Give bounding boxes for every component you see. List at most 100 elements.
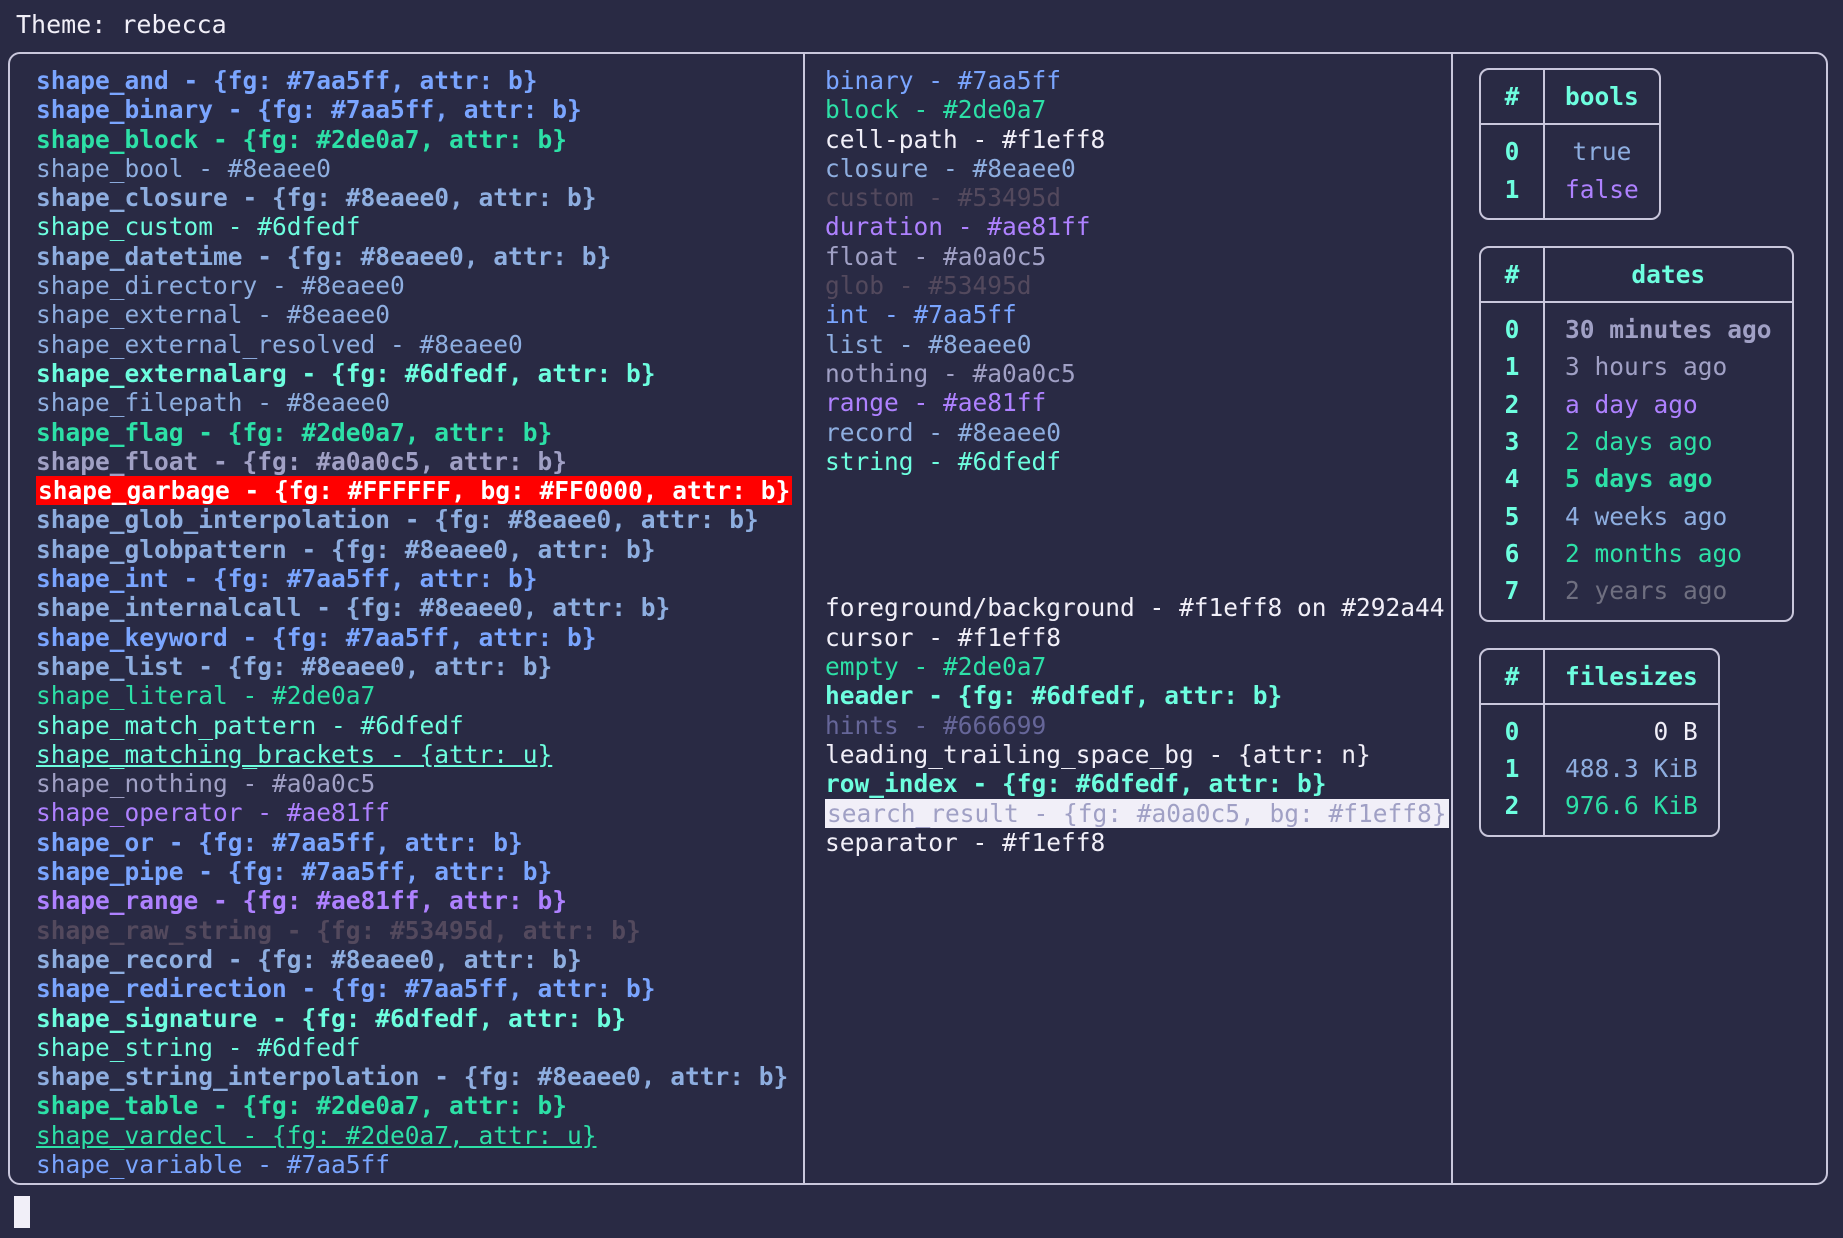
shape-line: shape_or - {fg: #7aa5ff, attr: b}	[36, 827, 523, 857]
shape-line: shape_binary - {fg: #7aa5ff, attr: b}	[36, 95, 582, 125]
ui-element-line: cursor - #f1eff8	[825, 622, 1062, 652]
shape-line: shape_flag - {fg: #2de0a7, attr: b}	[36, 417, 553, 447]
shape-line: shape_int - {fg: #7aa5ff, attr: b}	[36, 564, 538, 594]
types-list: binary - #7aa5ff block - #2de0a7 cell-path…	[825, 66, 1451, 476]
table-row: 0 0 B	[1481, 703, 1718, 751]
shape-line: shape_string_interpolation - {fg: #8eaee…	[36, 1062, 789, 1092]
shape-line: shape_nothing - #a0a0c5	[36, 769, 376, 799]
shape-line: shape_list - {fg: #8eaee0, attr: b}	[36, 651, 553, 681]
table-filesizes: # filesizes 0 0 B 1 488.3 KiB 2 976.6 KiB	[1479, 647, 1720, 837]
type-line: list - #8eaee0	[825, 329, 1032, 359]
row-index-cell: 1	[1481, 348, 1545, 386]
ui-element-line-wrap: search_result - {fg: #a0a0c5, bg: #f1eff…	[825, 798, 1451, 828]
shape-line: shape_match_pattern - #6dfedf	[36, 710, 464, 740]
row-index-cell: 0	[1481, 302, 1545, 349]
shape-line: shape_record - {fg: #8eaee0, attr: b}	[36, 944, 582, 974]
shape-line: shape_datetime - {fg: #8eaee0, attr: b}	[36, 241, 612, 271]
table-header-row: # dates	[1481, 247, 1792, 304]
type-line: closure - #8eaee0	[825, 153, 1076, 183]
table-bools: # bools 0 true 1 false	[1479, 68, 1661, 220]
type-line: range - #ae81ff	[825, 388, 1047, 418]
ui-elements-list: foreground/background - #f1eff8 on #292a…	[825, 593, 1451, 857]
row-index-cell: 0	[1481, 703, 1545, 751]
row-value-cell: true	[1572, 137, 1632, 167]
shape-line: shape_external - #8eaee0	[36, 300, 391, 330]
row-value-cell: 976.6 KiB	[1565, 791, 1698, 821]
column-header-index: #	[1481, 649, 1545, 705]
shape-line: shape_externalarg - {fg: #6dfedf, attr: …	[36, 358, 656, 388]
type-line: binary - #7aa5ff	[825, 66, 1062, 95]
row-value-cell: 4 weeks ago	[1565, 501, 1728, 531]
shapes-column: shape_and - {fg: #7aa5ff, attr: b} shape_…	[10, 54, 805, 1183]
theme-panel-frame: shape_and - {fg: #7aa5ff, attr: b} shape_…	[8, 52, 1828, 1185]
shape-line: shape_variable - #7aa5ff	[36, 1149, 391, 1179]
row-index-cell: 7	[1481, 572, 1545, 620]
shape-line: shape_external_resolved - #8eaee0	[36, 329, 523, 359]
type-line: nothing - #a0a0c5	[825, 358, 1076, 388]
shape-line: shape_table - {fg: #2de0a7, attr: b}	[36, 1091, 568, 1121]
shape-line: shape_literal - #2de0a7	[36, 681, 376, 711]
row-index-cell: 3	[1481, 423, 1545, 461]
table-row: 1 3 hours ago	[1481, 348, 1792, 386]
row-index-cell: 2	[1481, 787, 1545, 835]
row-index-cell: 1	[1481, 170, 1545, 218]
row-index-cell: 4	[1481, 460, 1545, 498]
shape-line: shape_glob_interpolation - {fg: #8eaee0,…	[36, 505, 759, 535]
table-row: 3 2 days ago	[1481, 423, 1792, 461]
table-row: 0 30 minutes ago	[1481, 302, 1792, 349]
shape-line: shape_redirection - {fg: #7aa5ff, attr: …	[36, 974, 656, 1004]
shape-line: shape_raw_string - {fg: #53495d, attr: b…	[36, 915, 641, 945]
shape-line: shape_globpattern - {fg: #8eaee0, attr: …	[36, 534, 656, 564]
shape-line: shape_closure - {fg: #8eaee0, attr: b}	[36, 183, 597, 213]
ui-element-line: foreground/background - #f1eff8 on #292a…	[825, 593, 1445, 623]
table-dates: # dates 0 30 minutes ago 1 3 hours ago 2 a day …	[1479, 245, 1794, 622]
shape-line: shape_string - #6dfedf	[36, 1032, 361, 1062]
type-line: duration - #ae81ff	[825, 212, 1091, 242]
row-index-cell: 6	[1481, 534, 1545, 573]
row-value-cell: 488.3 KiB	[1565, 754, 1698, 784]
table-row: 1 false	[1481, 170, 1659, 218]
column-header-value: filesizes	[1544, 649, 1718, 705]
theme-preview-screen: Theme: rebecca shape_and - {fg: #7aa5ff,…	[0, 0, 1843, 1238]
types-and-ui-column: binary - #7aa5ff block - #2de0a7 cell-path…	[805, 54, 1453, 1183]
column-header-index: #	[1481, 247, 1545, 304]
shape-line: shape_and - {fg: #7aa5ff, attr: b}	[36, 66, 538, 95]
shape-line: shape_vardecl - {fg: #2de0a7, attr: u}	[36, 1120, 597, 1150]
column-header-index: #	[1481, 70, 1545, 126]
shape-line: shape_custom - #6dfedf	[36, 212, 361, 242]
column-gap-2	[825, 564, 1451, 593]
shape-line: shape_directory - #8eaee0	[36, 271, 405, 301]
ui-element-line: hints - #666699	[825, 710, 1047, 740]
shape-line: shape_block - {fg: #2de0a7, attr: b}	[36, 124, 568, 154]
table-row: 1 488.3 KiB	[1481, 750, 1718, 788]
ui-element-line: empty - #2de0a7	[825, 652, 1047, 682]
type-line: int - #7aa5ff	[825, 300, 1017, 330]
shape-line: shape_range - {fg: #ae81ff, attr: b}	[36, 886, 568, 916]
shape-line: shape_matching_brackets - {attr: u}	[36, 739, 553, 769]
type-line: glob - #53495d	[825, 271, 1032, 301]
table-row: 5 4 weeks ago	[1481, 497, 1792, 535]
row-value-cell: 30 minutes ago	[1565, 315, 1772, 345]
type-line: block - #2de0a7	[825, 95, 1047, 125]
table-header-row: # filesizes	[1481, 649, 1718, 705]
row-index-cell: 2	[1481, 385, 1545, 424]
row-value-cell: 2 days ago	[1565, 427, 1713, 457]
sample-tables-column: # bools 0 true 1 false # dates 0 30 minutes ago 1 3…	[1453, 54, 1826, 1183]
row-value-cell: a day ago	[1565, 389, 1698, 419]
table-row: 0 true	[1481, 124, 1659, 171]
row-value-cell: 0 B	[1653, 716, 1698, 746]
type-line: cell-path - #f1eff8	[825, 124, 1106, 154]
ui-element-line: search_result - {fg: #a0a0c5, bg: #f1eff…	[825, 798, 1449, 828]
row-value-cell: false	[1565, 174, 1639, 204]
column-header-value: bools	[1544, 70, 1659, 126]
ui-element-line: row_index - {fg: #6dfedf, attr: b}	[825, 769, 1327, 799]
type-line: float - #a0a0c5	[825, 241, 1047, 271]
shape-line: shape_operator - #ae81ff	[36, 798, 391, 828]
shape-line: shape_filepath - #8eaee0	[36, 388, 391, 418]
row-value-cell: 2 years ago	[1565, 576, 1728, 606]
shape-line: shape_float - {fg: #a0a0c5, attr: b}	[36, 446, 568, 476]
row-index-cell: 5	[1481, 497, 1545, 535]
table-row: 2 976.6 KiB	[1481, 787, 1718, 835]
table-row: 2 a day ago	[1481, 385, 1792, 424]
table-row: 4 5 days ago	[1481, 460, 1792, 498]
